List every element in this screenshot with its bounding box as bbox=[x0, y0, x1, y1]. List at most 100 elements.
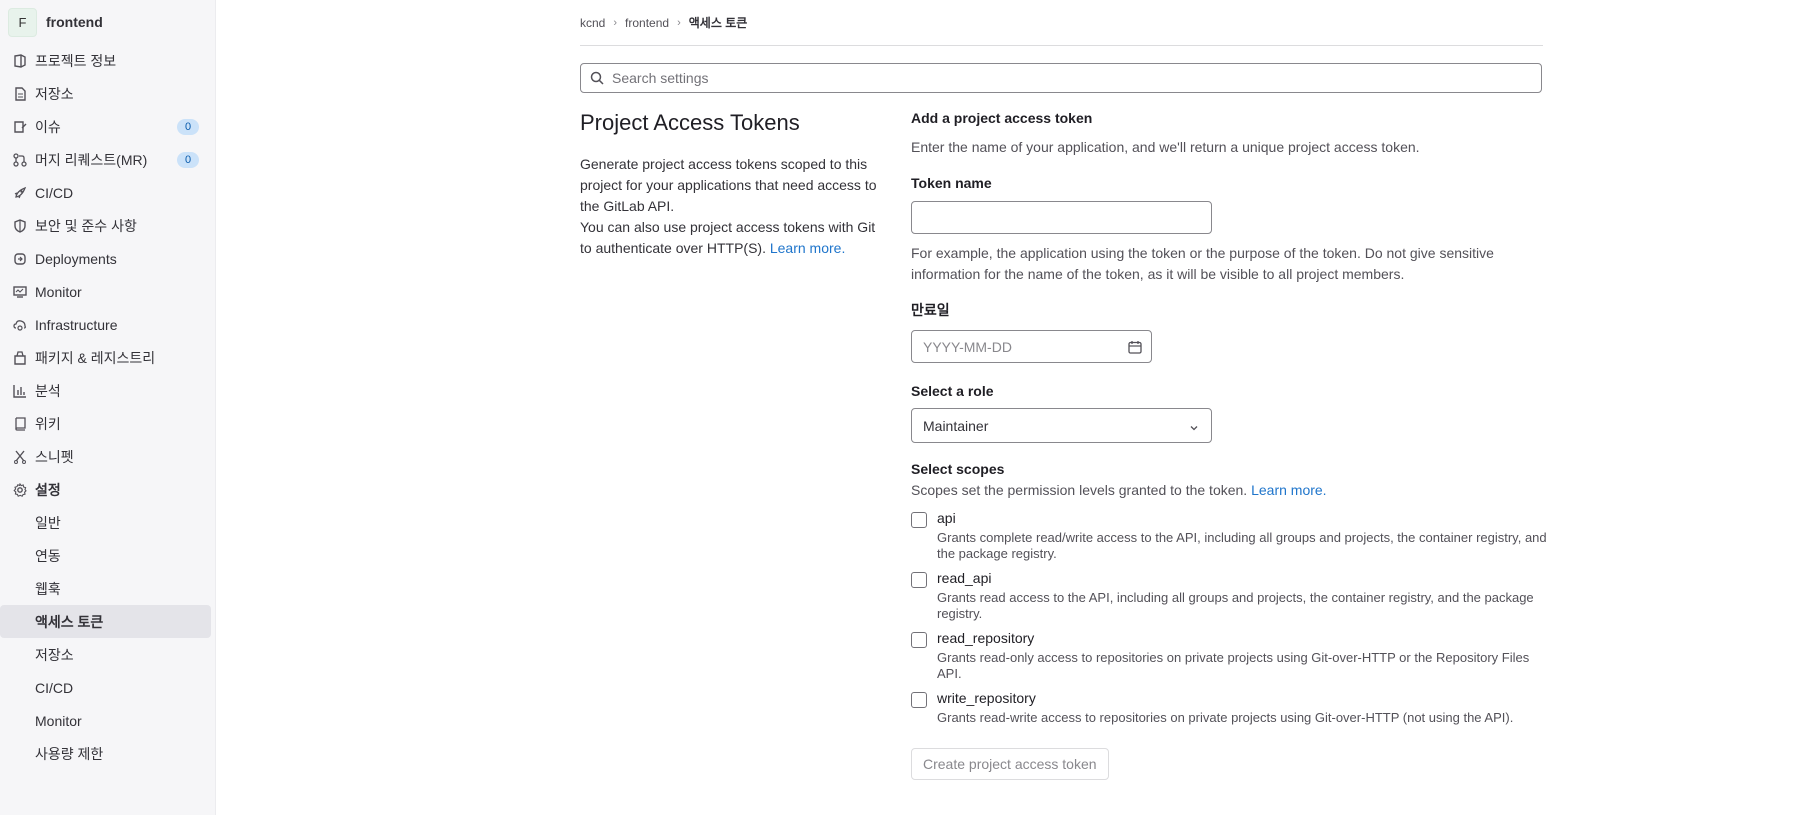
sidebar-item-packages[interactable]: 패키지 & 레지스트리 bbox=[0, 341, 215, 374]
intro-desc-1: Generate project access tokens scoped to… bbox=[580, 156, 877, 214]
book-icon bbox=[12, 416, 28, 432]
deployments-icon bbox=[12, 251, 28, 267]
scope-read-api[interactable]: read_api Grants read access to the API, … bbox=[911, 570, 1543, 622]
sidebar-item-label: 스니펫 bbox=[35, 448, 74, 465]
intro-section: Project Access Tokens Generate project a… bbox=[580, 110, 880, 259]
settings-sub-usage-quotas[interactable]: 사용량 제한 bbox=[0, 737, 211, 770]
role-select[interactable]: Maintainer bbox=[911, 408, 1212, 443]
chevron-down-icon bbox=[1189, 420, 1199, 431]
token-name-field[interactable] bbox=[911, 201, 1212, 234]
scope-name[interactable]: read_repository bbox=[937, 630, 1547, 646]
scope-name[interactable]: write_repository bbox=[937, 690, 1547, 706]
scope-body: read_api Grants read access to the API, … bbox=[937, 570, 1547, 622]
scope-description: Grants read access to the API, including… bbox=[937, 590, 1534, 621]
breadcrumb-group[interactable]: kcnd bbox=[580, 16, 605, 30]
scope-name[interactable]: read_api bbox=[937, 570, 1547, 586]
gear-icon bbox=[12, 482, 28, 498]
scope-read-repository[interactable]: read_repository Grants read-only access … bbox=[911, 630, 1543, 682]
token-name-label: Token name bbox=[911, 175, 992, 191]
form-heading: Add a project access token bbox=[911, 110, 1093, 126]
scope-body: api Grants complete read/write access to… bbox=[937, 510, 1547, 562]
settings-sub-monitor[interactable]: Monitor bbox=[0, 704, 211, 737]
cloud-gear-icon bbox=[12, 317, 28, 333]
token-name-input[interactable] bbox=[912, 202, 1211, 233]
monitor-icon bbox=[12, 284, 28, 300]
calendar-icon[interactable] bbox=[1128, 340, 1142, 354]
sidebar-item-settings[interactable]: 설정 bbox=[0, 473, 215, 506]
sidebar-item-label: 분석 bbox=[35, 382, 61, 399]
project-name[interactable]: frontend bbox=[46, 14, 103, 30]
package-icon bbox=[12, 350, 28, 366]
sidebar-item-cicd[interactable]: CI/CD bbox=[0, 176, 215, 209]
page-title: Project Access Tokens bbox=[580, 110, 800, 135]
settings-sub-repository[interactable]: 저장소 bbox=[0, 638, 211, 671]
token-name-help: For example, the application using the t… bbox=[911, 245, 1494, 282]
shield-icon bbox=[12, 218, 28, 234]
sidebar-item-label: Monitor bbox=[35, 283, 82, 300]
repository-icon bbox=[12, 86, 28, 102]
intro-learn-more-link[interactable]: Learn more. bbox=[770, 240, 845, 256]
divider bbox=[580, 45, 1543, 46]
sidebar-item-label: 보안 및 준수 사항 bbox=[35, 217, 137, 234]
create-token-button[interactable]: Create project access token bbox=[911, 748, 1109, 780]
sidebar-item-label: Deployments bbox=[35, 250, 117, 267]
sidebar-item-analytics[interactable]: 분석 bbox=[0, 374, 215, 407]
scope-description: Grants read-only access to repositories … bbox=[937, 650, 1530, 681]
sidebar-item-label: 저장소 bbox=[35, 85, 74, 102]
scopes-learn-more-link[interactable]: Learn more. bbox=[1251, 482, 1326, 498]
sidebar-item-deployments[interactable]: Deployments bbox=[0, 242, 215, 275]
sidebar-item-security[interactable]: 보안 및 준수 사항 bbox=[0, 209, 215, 242]
form-subtext: Enter the name of your application, and … bbox=[911, 139, 1420, 155]
scope-description: Grants complete read/write access to the… bbox=[937, 530, 1547, 561]
search-input[interactable] bbox=[610, 69, 1514, 87]
scope-name[interactable]: api bbox=[937, 510, 1547, 526]
settings-sub-cicd[interactable]: CI/CD bbox=[0, 671, 211, 704]
settings-sub-general[interactable]: 일반 bbox=[0, 506, 211, 539]
sidebar-item-wiki[interactable]: 위키 bbox=[0, 407, 215, 440]
scope-checkbox[interactable] bbox=[911, 572, 927, 588]
sidebar-item-label: 설정 bbox=[35, 481, 61, 498]
expiry-date-input[interactable] bbox=[912, 331, 1151, 362]
scope-checkbox[interactable] bbox=[911, 512, 927, 528]
sidebar-item-label: 프로젝트 정보 bbox=[35, 52, 117, 69]
sidebar-item-monitor[interactable]: Monitor bbox=[0, 275, 215, 308]
settings-sub-access-tokens[interactable]: 액세스 토큰 bbox=[0, 605, 211, 638]
scopes-help-text: Scopes set the permission levels granted… bbox=[911, 482, 1248, 498]
sidebar-item-merge-requests[interactable]: 머지 리퀘스트(MR) 0 bbox=[0, 143, 215, 176]
scopes-help: Scopes set the permission levels granted… bbox=[911, 482, 1543, 498]
scope-write-repository[interactable]: write_repository Grants read-write acces… bbox=[911, 690, 1543, 726]
sidebar-item-issues[interactable]: 이슈 0 bbox=[0, 110, 215, 143]
sidebar-item-label: 이슈 bbox=[35, 118, 61, 135]
breadcrumb-current[interactable]: 액세스 토큰 bbox=[689, 14, 748, 31]
scope-checkbox[interactable] bbox=[911, 632, 927, 648]
chevron-right-icon: › bbox=[613, 16, 618, 29]
scopes-label: Select scopes bbox=[911, 461, 1005, 477]
breadcrumb-project[interactable]: frontend bbox=[625, 16, 669, 30]
role-label: Select a role bbox=[911, 383, 994, 399]
token-form: Add a project access token Enter the nam… bbox=[911, 110, 1547, 780]
rocket-icon bbox=[12, 185, 28, 201]
role-select-value: Maintainer bbox=[923, 417, 989, 434]
chart-icon bbox=[12, 383, 28, 399]
sidebar-item-label: 머지 리퀘스트(MR) bbox=[35, 151, 148, 168]
sidebar-item-project-info[interactable]: 프로젝트 정보 bbox=[0, 44, 215, 77]
project-header[interactable]: F frontend bbox=[0, 0, 215, 44]
expiry-date-field[interactable] bbox=[911, 330, 1152, 363]
scope-checkbox[interactable] bbox=[911, 692, 927, 708]
form-actions: Create project access token bbox=[911, 748, 1543, 780]
scope-body: read_repository Grants read-only access … bbox=[937, 630, 1547, 682]
settings-search[interactable] bbox=[580, 63, 1542, 93]
scope-description: Grants read-write access to repositories… bbox=[937, 710, 1514, 725]
merge-request-icon bbox=[12, 152, 28, 168]
intro-description: Generate project access tokens scoped to… bbox=[580, 154, 880, 259]
sidebar-item-infrastructure[interactable]: Infrastructure bbox=[0, 308, 215, 341]
sidebar-item-repository[interactable]: 저장소 bbox=[0, 77, 215, 110]
scope-api[interactable]: api Grants complete read/write access to… bbox=[911, 510, 1547, 562]
settings-sub-integrations[interactable]: 연동 bbox=[0, 539, 211, 572]
project-avatar[interactable]: F bbox=[8, 7, 37, 37]
sidebar-item-label: CI/CD bbox=[35, 184, 74, 201]
sidebar-item-snippets[interactable]: 스니펫 bbox=[0, 440, 215, 473]
sidebar-item-label: 패키지 & 레지스트리 bbox=[35, 349, 156, 366]
settings-sub-webhooks[interactable]: 웹훅 bbox=[0, 572, 211, 605]
breadcrumb: kcnd › frontend › 액세스 토큰 bbox=[580, 14, 747, 31]
